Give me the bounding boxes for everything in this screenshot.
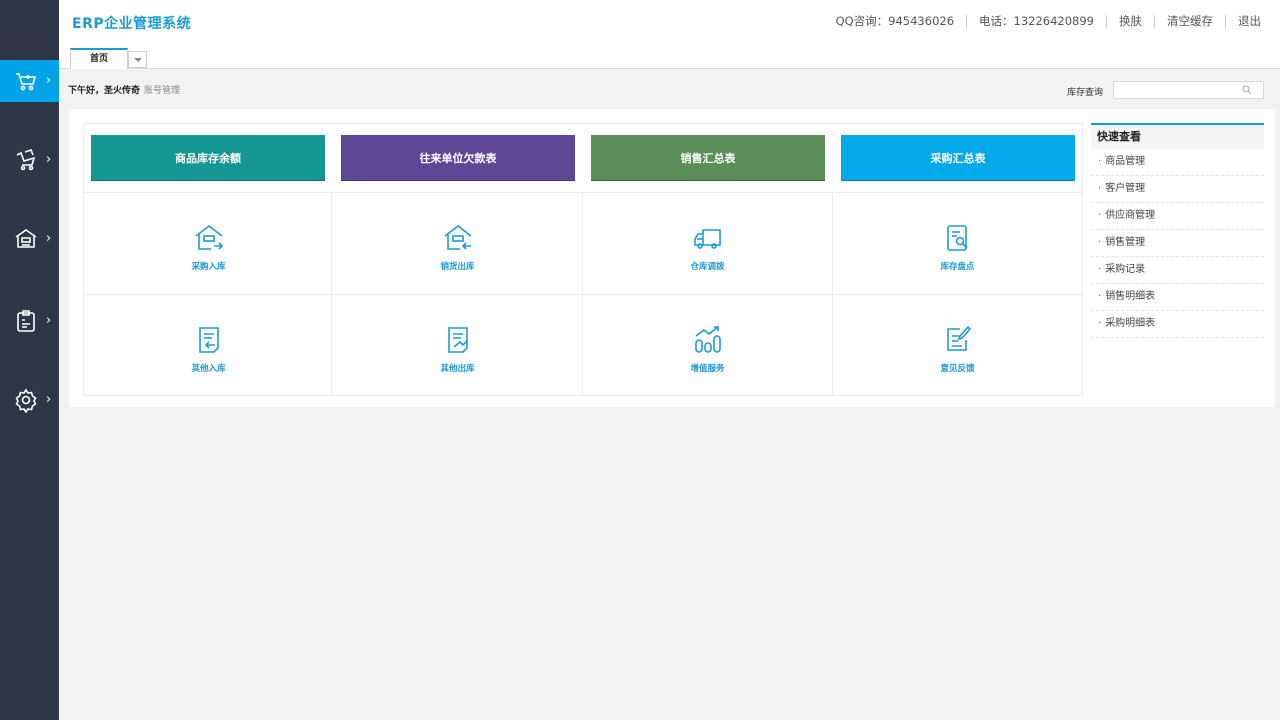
cart-icon bbox=[16, 73, 37, 91]
quick-view-item[interactable]: 销售管理 bbox=[1091, 230, 1264, 257]
stock-search-box[interactable] bbox=[1113, 81, 1264, 102]
clear-cache-link[interactable]: 清空缓存 bbox=[1154, 15, 1225, 28]
clipboard-icon bbox=[17, 310, 35, 332]
stock-search-input[interactable] bbox=[1118, 86, 1243, 102]
chevron-right-icon: › bbox=[46, 313, 52, 328]
quick-view-item[interactable]: 供应商管理 bbox=[1091, 203, 1264, 230]
quick-view-title: 快速查看 bbox=[1091, 123, 1264, 149]
shortcut-label: 其他入库 bbox=[191, 364, 226, 374]
other-out-icon bbox=[447, 327, 468, 353]
search-icon[interactable] bbox=[1242, 85, 1252, 95]
chevron-right-icon: › bbox=[46, 392, 52, 407]
inventory-check-icon bbox=[946, 225, 968, 251]
gear-icon bbox=[15, 388, 37, 413]
phone-link[interactable]: 电话：13226420899 bbox=[966, 15, 1106, 28]
warehouse-icon bbox=[15, 229, 37, 248]
shortcut-feedback[interactable]: 意见反馈 bbox=[833, 295, 1082, 396]
quick-view-item[interactable]: 采购记录 bbox=[1091, 257, 1264, 284]
purchase-in-icon bbox=[195, 224, 223, 250]
truck-icon bbox=[693, 229, 721, 249]
chevron-right-icon: › bbox=[46, 73, 52, 88]
quick-view-item[interactable]: 商品管理 bbox=[1091, 149, 1264, 176]
sidebar-item-reports[interactable]: › bbox=[0, 300, 59, 342]
report-button-stock-balance[interactable]: 商品库存余额 bbox=[91, 135, 325, 181]
quick-view-item[interactable]: 采购明细表 bbox=[1091, 311, 1264, 338]
shopping-list-icon bbox=[16, 149, 36, 171]
sidebar: › › › › › bbox=[0, 0, 59, 720]
report-button-sales-summary[interactable]: 销售汇总表 bbox=[591, 135, 825, 181]
shortcut-warehouse-transfer[interactable]: 仓库调拨 bbox=[583, 193, 832, 294]
shortcut-value-added[interactable]: 增值服务 bbox=[583, 295, 832, 396]
main-panel: 商品库存余额 往来单位欠款表 销售汇总表 采购汇总表 采购入库 销货出库 仓库调… bbox=[69, 109, 1275, 407]
sidebar-item-warehouse[interactable]: › bbox=[0, 218, 59, 260]
greeting-text: 下午好，圣火传奇 bbox=[68, 86, 141, 96]
other-in-icon bbox=[198, 327, 219, 353]
greeting: 下午好，圣火传奇 账号管理 bbox=[68, 83, 180, 96]
shortcut-sales-out[interactable]: 销货出库 bbox=[333, 193, 582, 294]
shortcut-label: 仓库调拨 bbox=[690, 262, 725, 272]
shortcut-label: 销货出库 bbox=[440, 262, 475, 272]
shortcut-label: 库存盘点 bbox=[940, 262, 975, 272]
sidebar-item-purchase[interactable]: › bbox=[0, 60, 59, 102]
tab-dropdown-button[interactable] bbox=[128, 51, 147, 68]
sidebar-item-sales[interactable]: › bbox=[0, 139, 59, 181]
feedback-icon bbox=[946, 325, 971, 351]
app-logo: ERP企业管理系统 bbox=[72, 16, 192, 32]
quick-view-panel: 快速查看 商品管理 客户管理 供应商管理 销售管理 采购记录 销售明细表 采购明… bbox=[1091, 123, 1264, 343]
quick-view-item[interactable]: 销售明细表 bbox=[1091, 284, 1264, 311]
change-skin-link[interactable]: 换肤 bbox=[1106, 15, 1154, 28]
shortcut-label: 意见反馈 bbox=[940, 364, 975, 374]
shortcut-label: 采购入库 bbox=[191, 262, 226, 272]
report-button-purchase-summary[interactable]: 采购汇总表 bbox=[841, 135, 1075, 181]
qq-consult-link[interactable]: QQ咨询：945436026 bbox=[824, 15, 966, 28]
growth-chart-icon bbox=[694, 326, 721, 353]
sales-out-icon bbox=[444, 224, 471, 250]
shortcut-other-in[interactable]: 其他入库 bbox=[84, 295, 333, 396]
shortcut-inventory-check[interactable]: 库存盘点 bbox=[833, 193, 1082, 294]
top-header: ERP企业管理系统 QQ咨询：945436026 电话：13226420899 … bbox=[59, 0, 1280, 69]
shortcut-purchase-in[interactable]: 采购入库 bbox=[84, 193, 333, 294]
shortcut-other-out[interactable]: 其他出库 bbox=[333, 295, 582, 396]
quick-view-item[interactable]: 客户管理 bbox=[1091, 176, 1264, 203]
shortcut-label: 其他出库 bbox=[440, 364, 475, 374]
shortcut-grid: 商品库存余额 往来单位欠款表 销售汇总表 采购汇总表 采购入库 销货出库 仓库调… bbox=[83, 123, 1083, 396]
logout-link[interactable]: 退出 bbox=[1225, 15, 1261, 28]
shortcut-label: 增值服务 bbox=[690, 364, 725, 374]
report-button-arrears[interactable]: 往来单位欠款表 bbox=[341, 135, 575, 181]
chevron-right-icon: › bbox=[46, 231, 52, 246]
tab-home[interactable]: 首页 bbox=[70, 48, 128, 69]
top-links: QQ咨询：945436026 电话：13226420899 换肤 清空缓存 退出 bbox=[824, 15, 1261, 28]
sidebar-item-settings[interactable]: › bbox=[0, 379, 59, 421]
account-manage-link[interactable]: 账号管理 bbox=[144, 86, 180, 96]
stock-search-label: 库存查询 bbox=[1067, 88, 1104, 98]
chevron-right-icon: › bbox=[46, 152, 52, 167]
